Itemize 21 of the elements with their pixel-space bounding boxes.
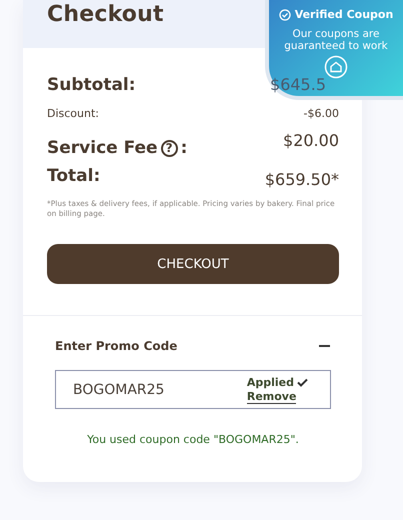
colon-text: : [180, 138, 188, 158]
promo-heading: Enter Promo Code [55, 339, 178, 353]
summary-label: Subtotal: [47, 75, 136, 95]
summary-value: $20.00 [283, 131, 339, 150]
summary-label: Discount: [47, 107, 99, 120]
coupon-message: You used coupon code "BOGOMAR25". [86, 433, 300, 446]
promo-code-field[interactable]: BOGOMAR25 Applied Remove [55, 370, 331, 409]
summary-label: Service Fee [47, 138, 158, 158]
help-icon[interactable]: ? [160, 140, 178, 156]
checkout-button[interactable]: CHECKOUT [47, 244, 339, 284]
check-icon [297, 378, 308, 387]
house-icon [324, 55, 348, 79]
summary-value: $659.50* [264, 170, 339, 189]
summary-value: -$6.00 [304, 107, 339, 120]
applied-status: Applied [246, 375, 294, 390]
page-title: Checkout [47, 2, 164, 26]
remove-link[interactable]: Remove [246, 390, 296, 404]
badge-title: Verified Coupon [294, 8, 394, 21]
check-circle-icon [278, 8, 291, 20]
badge-text: Our coupons are guaranteed to work [283, 28, 389, 52]
summary-label: Total: [47, 166, 100, 186]
